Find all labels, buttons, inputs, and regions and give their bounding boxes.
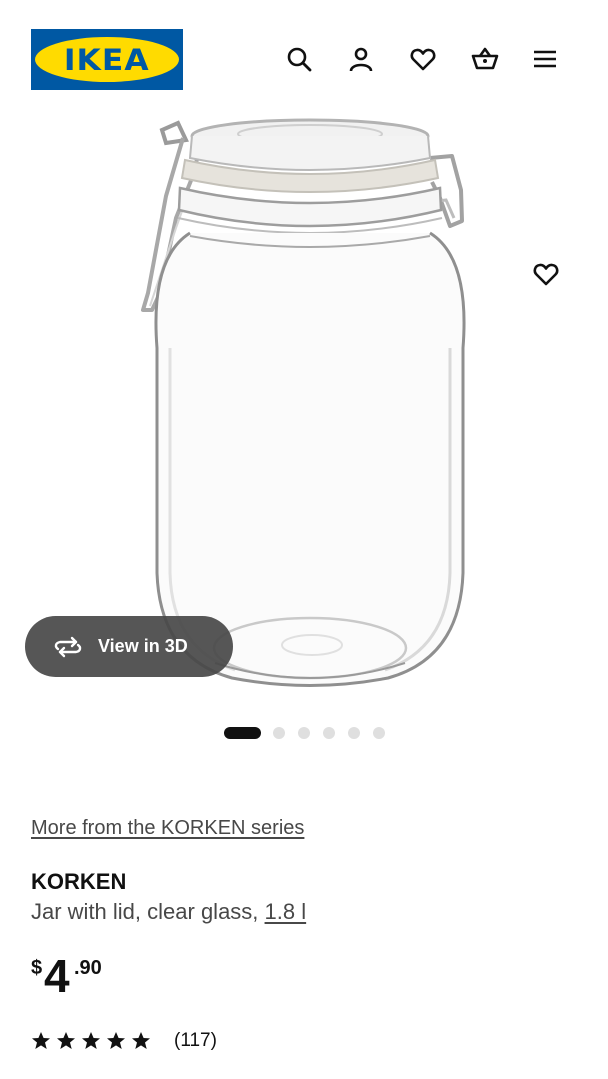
price-currency: $ bbox=[31, 957, 43, 979]
gallery-pagination bbox=[224, 727, 398, 739]
gallery-dot-1[interactable] bbox=[224, 727, 261, 739]
star-icon bbox=[107, 1032, 125, 1049]
view-in-3d-button[interactable]: View in 3D bbox=[25, 616, 233, 677]
menu-icon[interactable] bbox=[530, 44, 560, 74]
series-link[interactable]: More from the KORKEN series bbox=[31, 817, 304, 840]
site-header: IKEA bbox=[0, 0, 608, 118]
product-image-gallery[interactable] bbox=[0, 118, 608, 698]
star-icon bbox=[82, 1032, 100, 1049]
add-to-favorites-heart-icon[interactable] bbox=[528, 256, 564, 292]
heart-icon[interactable] bbox=[408, 44, 438, 74]
jar-image bbox=[141, 118, 466, 687]
star-icon bbox=[57, 1032, 75, 1049]
product-description-text: Jar with lid, clear glass, bbox=[31, 899, 259, 924]
product-name: KORKEN bbox=[31, 869, 127, 894]
gallery-dot-4[interactable] bbox=[323, 727, 335, 739]
star-icon bbox=[132, 1032, 150, 1049]
gallery-dot-3[interactable] bbox=[298, 727, 310, 739]
ikea-logo[interactable]: IKEA bbox=[31, 29, 183, 90]
product-rating[interactable]: (117) bbox=[31, 1030, 217, 1052]
profile-icon[interactable] bbox=[346, 44, 376, 74]
rating-stars bbox=[31, 1031, 156, 1051]
gallery-dot-6[interactable] bbox=[373, 727, 385, 739]
product-size-link[interactable]: 1.8 l bbox=[265, 899, 307, 924]
rating-count: (117) bbox=[174, 1030, 217, 1051]
price-integer: 4 bbox=[44, 950, 70, 1002]
logo-oval: IKEA bbox=[35, 37, 179, 82]
gallery-dot-5[interactable] bbox=[348, 727, 360, 739]
gallery-dot-2[interactable] bbox=[273, 727, 285, 739]
logo-text: IKEA bbox=[64, 42, 150, 77]
search-icon[interactable] bbox=[284, 44, 314, 74]
rotate-3d-icon bbox=[54, 636, 82, 657]
star-icon bbox=[32, 1032, 50, 1049]
view-in-3d-label: View in 3D bbox=[98, 636, 188, 656]
cart-icon[interactable] bbox=[470, 44, 500, 74]
product-description: Jar with lid, clear glass, 1.8 l bbox=[31, 899, 306, 925]
price-decimal: .90 bbox=[74, 957, 102, 979]
